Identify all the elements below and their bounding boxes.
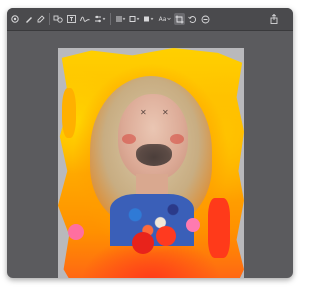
border-color-icon[interactable]	[129, 13, 140, 25]
cheek-right	[170, 134, 184, 144]
preview-window: Aa ✕ ✕	[7, 8, 293, 278]
crop-icon[interactable]	[174, 13, 185, 25]
shapes-icon[interactable]	[53, 13, 63, 25]
eye-right-x-mark: ✕	[162, 108, 169, 117]
text-style-label: Aa	[158, 15, 167, 23]
adjust-color-icon[interactable]	[94, 13, 106, 25]
toolbar-divider	[49, 13, 50, 25]
share-icon[interactable]	[269, 13, 278, 25]
flower-decoration	[132, 232, 154, 254]
edited-photo[interactable]: ✕ ✕	[58, 48, 244, 278]
highlighter-icon[interactable]	[37, 13, 45, 25]
markup-toolbar: Aa	[7, 8, 293, 31]
line-style-icon[interactable]	[115, 13, 126, 25]
markup-toggle-icon[interactable]	[11, 13, 19, 25]
annotate-icon[interactable]	[201, 13, 210, 25]
flame-streak	[208, 198, 230, 258]
pen-icon[interactable]	[25, 13, 33, 25]
rotate-icon[interactable]	[188, 13, 197, 25]
document-canvas: ✕ ✕	[7, 31, 293, 278]
flower-decoration	[68, 224, 84, 240]
cheek-left	[122, 134, 136, 144]
flame-streak	[62, 88, 76, 138]
toolbar-divider	[110, 13, 111, 25]
eye-left-x-mark: ✕	[140, 108, 147, 117]
text-style-button[interactable]: Aa	[158, 13, 172, 25]
flower-decoration	[156, 226, 176, 246]
fill-color-icon[interactable]	[143, 13, 154, 25]
text-box-icon[interactable]	[67, 13, 76, 25]
flower-decoration	[186, 218, 200, 232]
sign-icon[interactable]	[80, 13, 90, 25]
mustache-drawing	[136, 144, 172, 166]
